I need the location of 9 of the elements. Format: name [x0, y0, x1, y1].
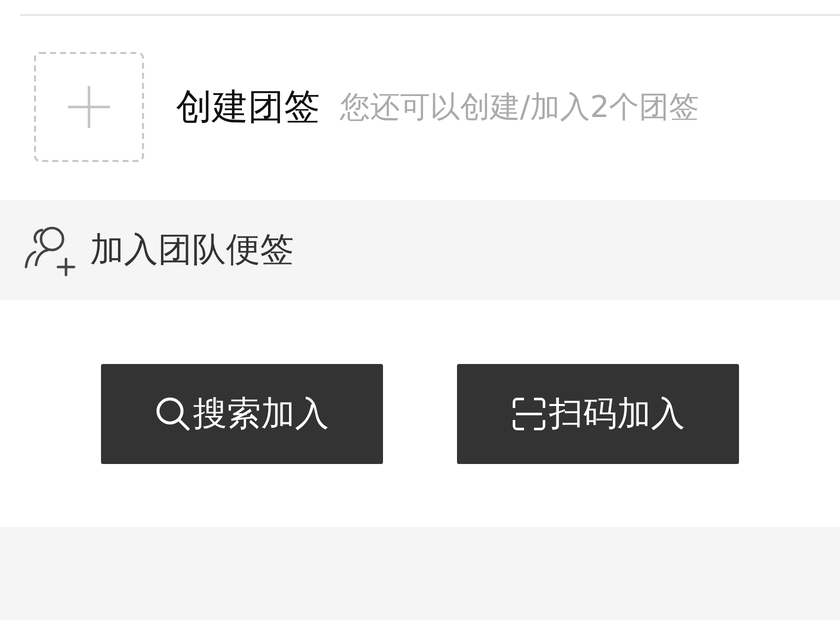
join-section-title: 加入团队便签	[90, 229, 294, 272]
plus-icon	[67, 85, 111, 129]
add-button[interactable]	[34, 52, 144, 162]
search-join-button[interactable]: 搜索加入	[101, 364, 383, 464]
search-icon	[155, 396, 191, 432]
scan-join-button[interactable]: 扫码加入	[457, 364, 739, 464]
scan-icon	[511, 396, 547, 432]
create-hint: 您还可以创建/加入2个团签	[340, 88, 700, 126]
create-title: 创建团签	[176, 86, 320, 130]
